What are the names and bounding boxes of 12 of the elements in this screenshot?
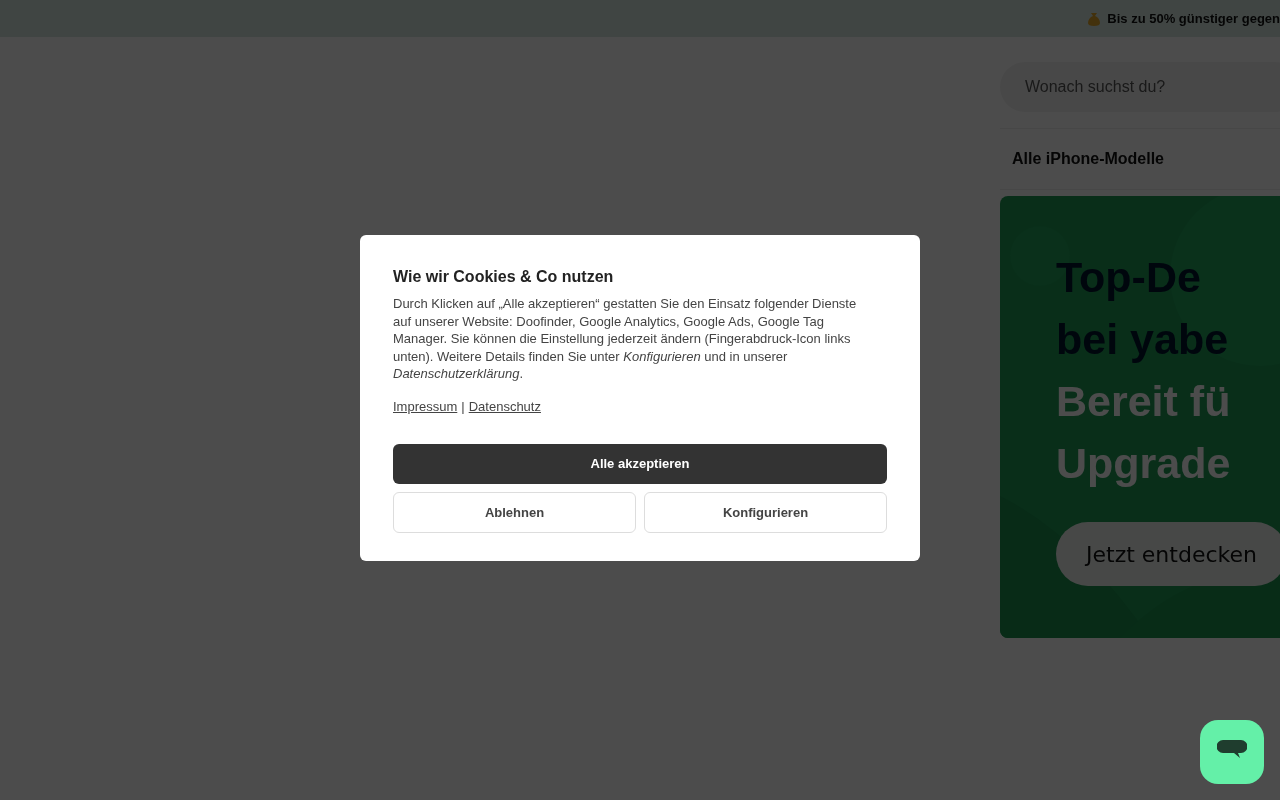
promo-text: Bis zu 50% günstiger gegen [1107,11,1280,26]
dialog-button[interactable]: Ablehnen [393,491,636,533]
legal-link[interactable]: Datenschutz [468,398,541,414]
link-separator: | [461,398,465,414]
legal-link[interactable]: Impressum [393,398,458,414]
dialog-button[interactable]: Konfigurieren [644,491,887,533]
chat-button[interactable] [1200,720,1264,784]
banner-headline: Upgrade [1056,438,1231,489]
banner-headline: Bereit fü [1056,376,1231,427]
accept-all-button[interactable]: Alle akzeptieren [393,443,887,484]
dialog-title: Wie wir Cookies & Co nutzen [393,268,615,286]
dialog-text: Durch Klicken auf „Alle akzeptieren“ gestatten Sie den Einsatz folgender Dienste auf unserer Website: Doofinder, Google Analytics, Google Ads, Google Tag Manager. Sie können die Einstellung jederzeit ändern (Fingerabdruck-Icon links unten). Weitere Details finden Sie unter Konfigurieren und in unserer Datenschutzerklärung. [393,295,858,383]
